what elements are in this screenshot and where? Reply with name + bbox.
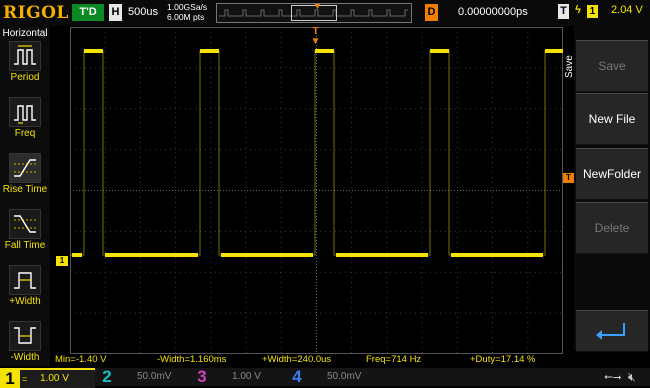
usb-icon: ⭠⭢ — [604, 371, 622, 383]
period-icon — [9, 41, 41, 71]
ch1-scale: 1.00 V — [40, 373, 69, 384]
measure-positive-width-item[interactable]: +Width — [0, 265, 50, 321]
return-button[interactable] — [576, 310, 648, 352]
delay-badge: D — [425, 4, 438, 21]
measure-freq-label: Freq — [14, 128, 36, 139]
ch1-ground-marker[interactable]: 1 — [56, 256, 68, 266]
waveform-display[interactable] — [70, 27, 563, 354]
measure-period-label: Period — [10, 72, 40, 83]
return-arrow-icon — [596, 322, 625, 340]
negative-width-icon — [9, 321, 41, 351]
menu-title-save: Save — [564, 55, 575, 78]
channel-status-bar: 1 = 1.00 V 2 50.0mV 3 1.00 V 4 50.0mV ⭠⭢… — [0, 368, 650, 388]
measure-period-item[interactable]: Period — [0, 41, 50, 97]
trigger-level-marker[interactable]: T — [563, 173, 574, 183]
sample-rate-info: 1.00GSa/s 6.00M pts — [167, 2, 207, 22]
ch4-tab[interactable]: 4 50.0mV — [287, 368, 379, 386]
delete-button[interactable]: Delete — [576, 202, 648, 254]
trigger-level-marker-label: T — [566, 173, 571, 182]
ch4-number: 4 — [292, 367, 302, 386]
measure-rise-time-item[interactable]: Rise Time — [0, 153, 50, 209]
ch4-scale: 50.0mV — [327, 371, 362, 382]
measure-freq-item[interactable]: Freq — [0, 97, 50, 153]
measure-freq-result: Freq=714 Hz — [366, 354, 422, 365]
measure-menu: Horizontal Period Freq Rise Time Fall Ti… — [0, 26, 50, 366]
speaker-muted-icon[interactable]: 🔇︎ — [628, 370, 636, 385]
delay-value: 0.00000000ps — [458, 6, 528, 18]
trigger-position-marker-small: ▼ — [313, 1, 322, 11]
ch1-tab[interactable]: 1 = 1.00 V — [0, 368, 95, 388]
memory-depth: 6.00M pts — [167, 12, 205, 22]
timebase-value: 500us — [128, 6, 158, 18]
ch3-tab[interactable]: 3 1.00 V — [192, 368, 284, 386]
rise-time-icon — [9, 153, 41, 183]
ch3-number: 3 — [197, 367, 207, 386]
memory-overview-strip[interactable]: ▼ — [216, 1, 412, 23]
new-folder-button[interactable]: NewFolder — [576, 148, 648, 200]
measure-neg-width-result: -Width=1.160ms — [157, 354, 227, 365]
measure-menu-header: Horizontal — [2, 28, 48, 39]
rigol-logo: RIGOL — [3, 3, 69, 23]
save-button[interactable]: Save — [576, 40, 648, 92]
sample-rate: 1.00GSa/s — [167, 2, 208, 12]
ch3-scale: 1.00 V — [232, 371, 261, 382]
rising-edge-icon: ϟ — [575, 4, 581, 16]
trigger-level-value: 2.04 V — [611, 4, 643, 16]
trigger-badge: T — [558, 4, 569, 19]
measure-fall-time-item[interactable]: Fall Time — [0, 209, 50, 265]
positive-width-icon — [9, 265, 41, 295]
trigger-position-marker-label: T — [312, 26, 319, 37]
measure-pos-width-result: +Width=240.0us — [262, 354, 332, 365]
horizontal-badge: H — [109, 4, 122, 21]
ch1-ground-marker-label: 1 — [59, 256, 65, 265]
graticule-grid — [70, 27, 563, 354]
fall-time-icon — [9, 209, 41, 239]
measure-positive-width-label: +Width — [9, 296, 41, 307]
measure-fall-time-label: Fall Time — [4, 240, 46, 251]
measure-duty-result: +Duty=17.14 % — [470, 354, 536, 365]
measurement-results-bar: Min=-1.40 V -Width=1.160ms +Width=240.0u… — [0, 354, 575, 367]
measure-rise-time-label: Rise Time — [2, 184, 48, 195]
top-status-bar: RIGOL T'D H 500us 1.00GSa/s 6.00M pts ▼ … — [0, 0, 650, 26]
trigger-status-badge: T'D — [72, 4, 104, 21]
trigger-source-badge: 1 — [586, 5, 598, 18]
freq-icon — [9, 97, 41, 127]
trigger-position-marker[interactable]: T ▼ — [310, 27, 321, 49]
new-file-button[interactable]: New File — [576, 93, 648, 145]
ch1-coupling: = — [22, 374, 28, 384]
ch2-tab[interactable]: 2 50.0mV — [97, 368, 189, 386]
ch1-number: 1 — [0, 370, 20, 388]
measure-min-result: Min=-1.40 V — [55, 354, 107, 365]
ch2-scale: 50.0mV — [137, 371, 172, 382]
ch2-number: 2 — [102, 367, 112, 386]
trigger-info: T ϟ 1 2.04 V — [558, 4, 643, 21]
